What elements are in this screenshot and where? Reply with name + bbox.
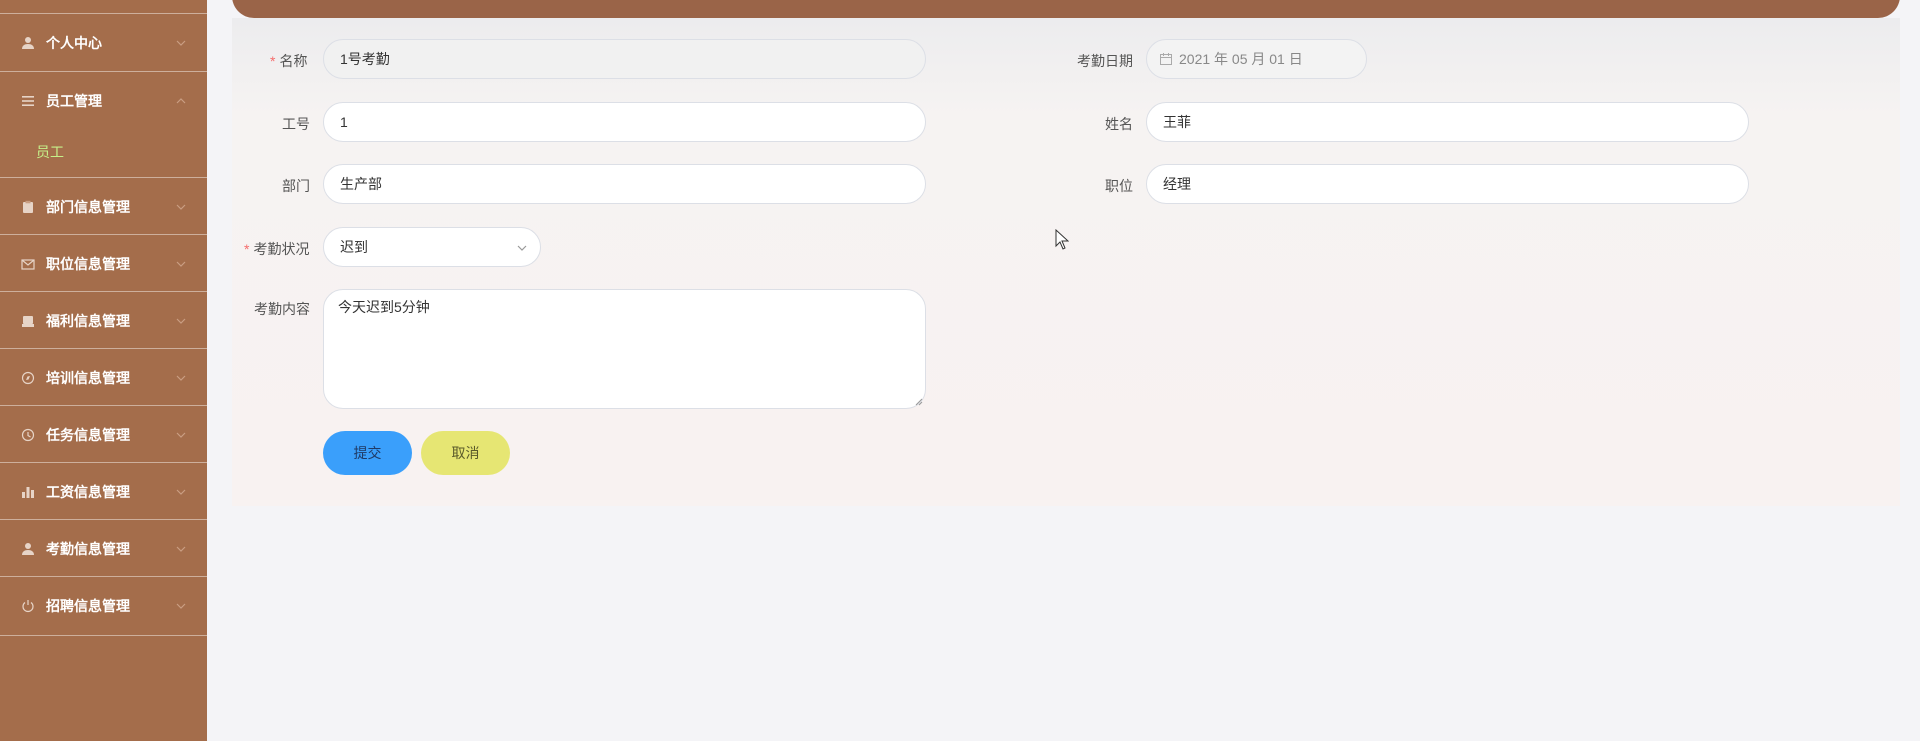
sidebar-item-salary[interactable]: 工资信息管理: [0, 463, 207, 520]
chevron-down-icon: [176, 603, 186, 609]
sidebar-item-personal-center[interactable]: 个人中心: [0, 14, 207, 71]
sidebar-item-employee-management[interactable]: 员工管理: [0, 72, 207, 129]
department-label: 部门: [282, 178, 310, 194]
chevron-up-icon: [176, 97, 186, 103]
bar-chart-icon: [20, 484, 36, 500]
content-value: 今天迟到5分钟: [338, 299, 430, 315]
chevron-down-icon: [176, 432, 186, 438]
sidebar-item-label: 福利信息管理: [46, 312, 130, 329]
attendance-date-picker[interactable]: 2021 年 05 月 01 日: [1146, 39, 1367, 79]
top-bar: [232, 0, 1900, 18]
department-field[interactable]: 生产部: [323, 164, 926, 204]
position-label: 职位: [1105, 178, 1133, 194]
attendance-content-textarea[interactable]: 今天迟到5分钟: [323, 289, 926, 409]
employee-no-field[interactable]: 1: [323, 102, 926, 142]
employee-name-label: 姓名: [1105, 116, 1133, 132]
sidebar-subitem-employee[interactable]: 员工: [0, 127, 207, 177]
attendance-date-label: 考勤日期: [1077, 53, 1133, 69]
mouse-cursor-icon: [1055, 229, 1069, 250]
sidebar-item-position[interactable]: 职位信息管理: [0, 235, 207, 292]
employee-no-label: 工号: [282, 116, 310, 132]
clock-icon: [20, 427, 36, 443]
chevron-down-icon: [176, 318, 186, 324]
sidebar-item-task[interactable]: 任务信息管理: [0, 406, 207, 463]
clipboard-icon: [20, 199, 36, 215]
sidebar-item-label: 任务信息管理: [46, 426, 130, 443]
sidebar-item-label: 工资信息管理: [46, 483, 130, 500]
list-icon: [20, 93, 36, 109]
chevron-down-icon: [176, 489, 186, 495]
sidebar-item-label: 个人中心: [46, 34, 102, 51]
chevron-down-icon: [176, 375, 186, 381]
user-icon: [20, 541, 36, 557]
date-value: 2021 年 05 月 01 日: [1179, 51, 1303, 67]
attendance-content-label: 考勤内容: [254, 301, 310, 317]
calendar-icon: [1160, 53, 1172, 65]
sidebar-item-label: 招聘信息管理: [46, 597, 130, 614]
sidebar-item-recruitment[interactable]: 招聘信息管理: [0, 577, 207, 634]
sidebar-item-department[interactable]: 部门信息管理: [0, 178, 207, 235]
chevron-down-icon: [176, 40, 186, 46]
submit-button[interactable]: 提交: [323, 431, 412, 475]
status-value: 迟到: [340, 239, 368, 255]
attendance-status-label: * 考勤状况: [244, 241, 310, 257]
user-icon: [20, 35, 36, 51]
power-icon: [20, 598, 36, 614]
attendance-status-select[interactable]: 迟到: [323, 227, 541, 267]
sidebar-item-training[interactable]: 培训信息管理: [0, 349, 207, 406]
mail-icon: [20, 256, 36, 272]
chevron-down-icon: [176, 546, 186, 552]
sidebar-item-label: 考勤信息管理: [46, 540, 130, 557]
sidebar-item-label: 员工管理: [46, 92, 102, 109]
sidebar-divider: [0, 635, 207, 636]
sidebar-item-label: 培训信息管理: [46, 369, 130, 386]
employee-name-field[interactable]: 王菲: [1146, 102, 1749, 142]
resize-grip-icon[interactable]: [913, 396, 923, 406]
sidebar-item-label: 部门信息管理: [46, 198, 130, 215]
chevron-down-icon: [176, 261, 186, 267]
printer-icon: [20, 313, 36, 329]
compass-icon: [20, 370, 36, 386]
sidebar: 个人中心 员工管理 员工 部门信息管理 职位信息管理 福利信息管理 培训信息管理…: [0, 0, 207, 741]
name-field[interactable]: 1号考勤: [323, 39, 926, 79]
cancel-button[interactable]: 取消: [421, 431, 510, 475]
sidebar-item-label: 职位信息管理: [46, 255, 130, 272]
sidebar-item-attendance[interactable]: 考勤信息管理: [0, 520, 207, 577]
chevron-down-icon: [517, 245, 527, 251]
chevron-down-icon: [176, 204, 186, 210]
position-field[interactable]: 经理: [1146, 164, 1749, 204]
sidebar-item-welfare[interactable]: 福利信息管理: [0, 292, 207, 349]
name-label: * 名称: [270, 53, 308, 69]
